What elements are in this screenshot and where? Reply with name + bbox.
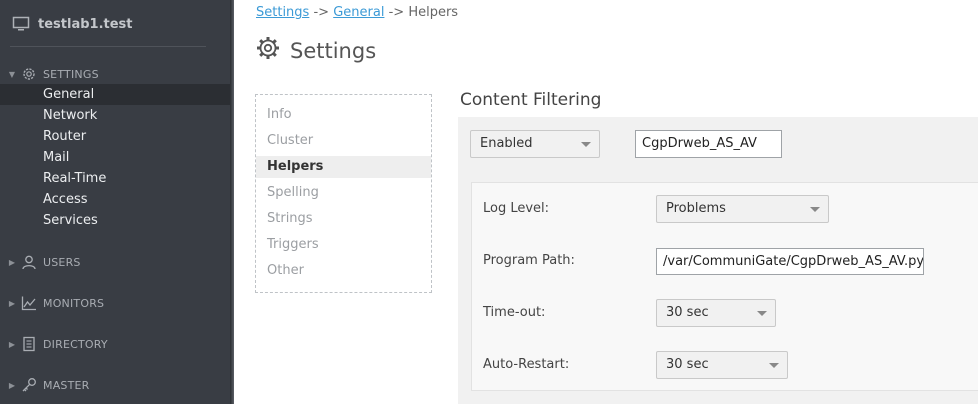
breadcrumb-separator: -> (388, 5, 405, 20)
subnav-item-spelling[interactable]: Spelling (256, 182, 431, 204)
settings-subnav: Info Cluster Helpers Spelling Strings Tr… (255, 94, 432, 293)
subnav-item-other[interactable]: Other (256, 260, 431, 282)
auto-restart-select[interactable]: 30 sec (656, 351, 788, 379)
log-level-value: Problems (666, 201, 726, 216)
section-master-label: MASTER (43, 378, 90, 392)
section-master[interactable]: ▶ MASTER (6, 376, 90, 394)
page-title-text: Settings (290, 38, 377, 63)
subnav-item-info[interactable]: Info (256, 104, 431, 126)
address-book-icon (18, 335, 40, 353)
subnav-item-cluster[interactable]: Cluster (256, 130, 431, 152)
section-directory-label: DIRECTORY (43, 337, 108, 351)
state-select[interactable]: Enabled (470, 130, 600, 158)
section-title: Content Filtering (460, 90, 602, 110)
collapsed-arrow-icon: ▶ (8, 257, 16, 267)
section-users-label: USERS (43, 255, 81, 269)
section-directory[interactable]: ▶ DIRECTORY (6, 335, 108, 353)
chart-line-icon (18, 294, 40, 312)
subnav-item-strings[interactable]: Strings (256, 208, 431, 230)
state-select-value: Enabled (480, 136, 533, 151)
auto-restart-label: Auto-Restart: (483, 357, 570, 372)
key-icon (18, 376, 40, 394)
chevron-down-icon (769, 363, 779, 368)
subnav-item-triggers[interactable]: Triggers (256, 234, 431, 256)
gear-icon (18, 65, 40, 83)
sidebar-item-real-time[interactable]: Real-Time (0, 168, 230, 189)
sidebar-item-services[interactable]: Services (0, 210, 230, 231)
breadcrumb-settings-link[interactable]: Settings (256, 5, 309, 20)
user-icon (18, 253, 40, 271)
sidebar-edge (230, 0, 234, 404)
collapsed-arrow-icon: ▶ (8, 380, 16, 390)
sidebar: testlab1.test ▼ SETTINGS General Network… (0, 0, 230, 404)
section-settings[interactable]: ▼ SETTINGS (6, 65, 99, 83)
section-users[interactable]: ▶ USERS (6, 253, 81, 271)
chevron-down-icon (810, 207, 820, 212)
sidebar-item-network[interactable]: Network (0, 105, 230, 126)
collapsed-arrow-icon: ▶ (8, 298, 16, 308)
chevron-down-icon (757, 311, 767, 316)
breadcrumb-general-link[interactable]: General (333, 5, 384, 20)
chevron-down-icon (581, 142, 591, 147)
program-path-label: Program Path: (483, 253, 575, 268)
breadcrumb-current: Helpers (408, 5, 459, 20)
section-monitors[interactable]: ▶ MONITORS (6, 294, 104, 312)
expanded-arrow-icon: ▼ (8, 69, 16, 79)
section-settings-label: SETTINGS (43, 67, 99, 81)
section-monitors-label: MONITORS (43, 296, 105, 310)
helper-name-input[interactable]: CgpDrweb_AS_AV (635, 130, 782, 158)
gear-icon (256, 36, 280, 65)
host-name: testlab1.test (38, 16, 133, 32)
timeout-label: Time-out: (483, 305, 546, 320)
sidebar-item-access[interactable]: Access (0, 189, 230, 210)
log-level-select[interactable]: Problems (656, 195, 829, 223)
breadcrumb-separator: -> (313, 5, 330, 20)
sidebar-item-mail[interactable]: Mail (0, 147, 230, 168)
monitor-icon (12, 16, 30, 32)
auto-restart-value: 30 sec (666, 357, 709, 372)
program-path-input[interactable]: /var/CommuniGate/CgpDrweb_AS_AV.py (656, 248, 924, 275)
sidebar-item-general[interactable]: General (0, 84, 230, 105)
breadcrumb: Settings -> General -> Helpers (256, 5, 458, 20)
timeout-select[interactable]: 30 sec (656, 299, 776, 327)
log-level-label: Log Level: (483, 201, 550, 216)
subnav-item-helpers[interactable]: Helpers (256, 156, 431, 178)
host-header: testlab1.test (12, 16, 133, 32)
collapsed-arrow-icon: ▶ (8, 339, 16, 349)
page-title: Settings (256, 36, 376, 65)
timeout-value: 30 sec (666, 305, 709, 320)
sidebar-item-router[interactable]: Router (0, 126, 230, 147)
divider (10, 46, 206, 47)
